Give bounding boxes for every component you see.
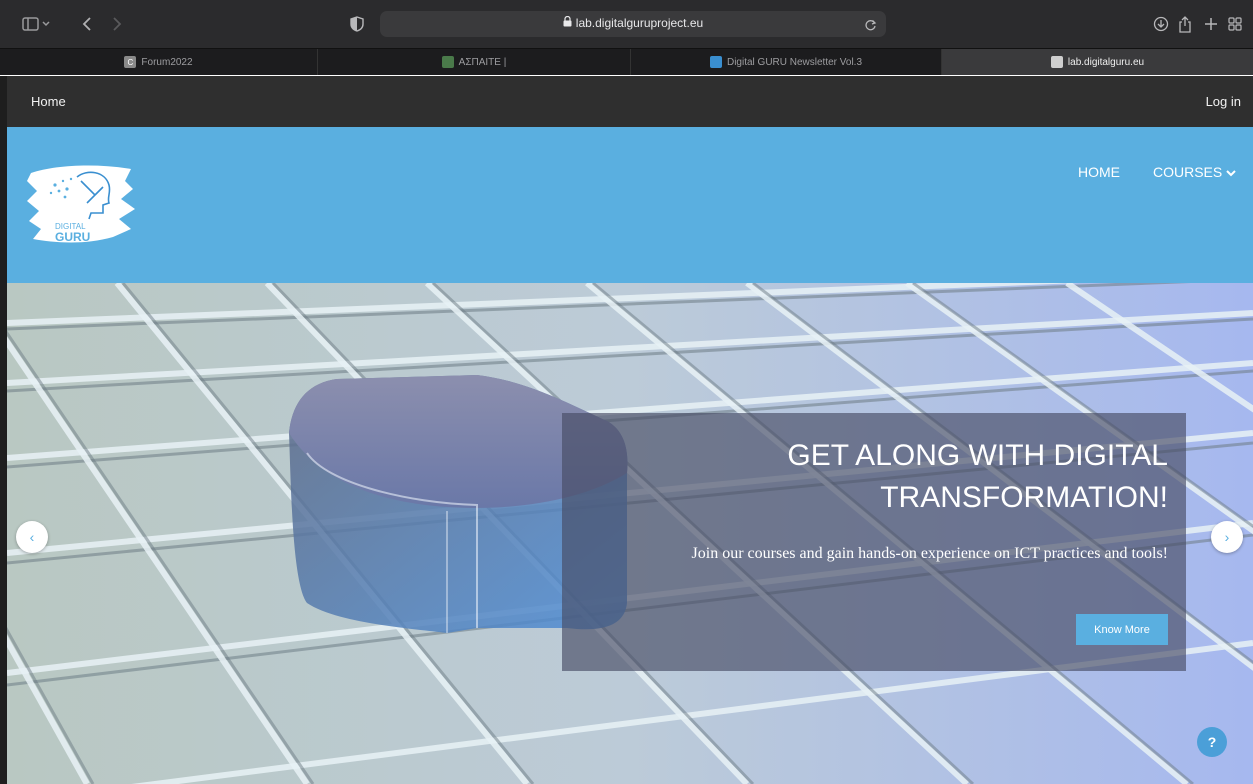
new-tab-icon[interactable] <box>1202 12 1220 36</box>
reload-icon[interactable] <box>862 13 878 37</box>
slider-prev-button[interactable]: ‹ <box>16 521 48 553</box>
menu-courses-label: COURSES <box>1153 164 1223 180</box>
tab-label: Forum2022 <box>141 56 193 68</box>
address-bar[interactable]: lab.digitalguruproject.eu <box>380 11 886 37</box>
login-link[interactable]: Log in <box>1206 94 1241 109</box>
privacy-shield-icon[interactable] <box>348 12 366 36</box>
site-header: DIGITAL GURU HOME COURSES <box>7 127 1253 283</box>
menu-home-link[interactable]: HOME <box>1078 164 1120 180</box>
top-navbar: Home Log in <box>7 76 1253 127</box>
sidebar-toggle-icon[interactable] <box>22 12 52 36</box>
slider-next-button[interactable]: › <box>1211 521 1243 553</box>
tab-newsletter[interactable]: Digital GURU Newsletter Vol.3 <box>631 49 942 75</box>
lock-icon <box>563 15 572 30</box>
know-more-button[interactable]: Know More <box>1076 614 1168 645</box>
favicon-icon <box>441 56 454 68</box>
tab-digitalguru[interactable]: lab.digitalguru.eu <box>942 49 1253 75</box>
back-icon[interactable] <box>78 12 96 36</box>
nav-home-link[interactable]: Home <box>31 94 66 109</box>
browser-window: lab.digitalguruproject.eu C Forum2022 ΑΣ… <box>0 0 1253 784</box>
favicon-icon <box>1050 56 1063 68</box>
digital-guru-logo[interactable]: DIGITAL GURU <box>25 159 137 251</box>
browser-toolbar: lab.digitalguruproject.eu <box>0 0 1253 48</box>
hero-slider: GET ALONG WITH DIGITAL TRANSFORMATION! J… <box>7 283 1253 784</box>
tab-label: ΑΣΠΑΙΤΕ | <box>458 56 507 68</box>
tab-bar: C Forum2022 ΑΣΠΑΙΤΕ | Digital GURU Newsl… <box>0 48 1253 75</box>
chevron-left-icon: ‹ <box>29 529 35 545</box>
tab-aspaite[interactable]: ΑΣΠΑΙΤΕ | <box>318 49 631 75</box>
window-edge <box>0 76 7 784</box>
chevron-down-icon <box>1226 164 1236 180</box>
downloads-icon[interactable] <box>1152 12 1170 36</box>
tab-forum2022[interactable]: C Forum2022 <box>0 49 318 75</box>
favicon-icon: C <box>124 56 137 68</box>
forward-icon[interactable] <box>108 12 126 36</box>
hero-caption: GET ALONG WITH DIGITAL TRANSFORMATION! J… <box>562 413 1186 671</box>
hero-title: GET ALONG WITH DIGITAL TRANSFORMATION! <box>787 439 1168 514</box>
menu-courses-link[interactable]: COURSES <box>1153 164 1236 180</box>
question-icon: ? <box>1207 734 1217 750</box>
favicon-icon <box>709 56 722 68</box>
chevron-right-icon: › <box>1224 529 1230 545</box>
tab-label: Digital GURU Newsletter Vol.3 <box>726 56 863 68</box>
hero-subtitle: Join our courses and gain hands-on exper… <box>691 545 1168 562</box>
url-text: lab.digitalguruproject.eu <box>575 16 704 30</box>
share-icon[interactable] <box>1176 12 1194 36</box>
tab-label: lab.digitalguru.eu <box>1067 56 1145 68</box>
logo-text: GURU <box>55 230 90 244</box>
tab-overview-icon[interactable] <box>1226 12 1244 36</box>
help-button[interactable]: ? <box>1197 727 1227 757</box>
